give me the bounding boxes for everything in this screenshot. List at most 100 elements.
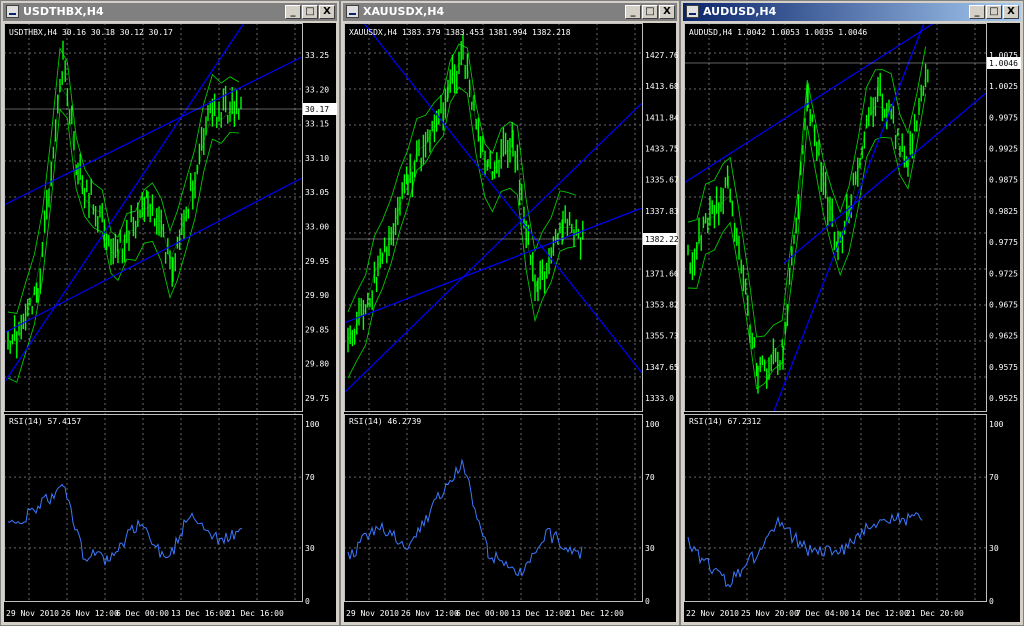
- rsi-axis-label: 30: [645, 544, 655, 553]
- price-axis-label: 33.05: [305, 188, 329, 197]
- price-axis-label: 29.80: [305, 360, 329, 369]
- date-axis: 22 Nov 2010 25 Nov 20:007 Dec 04:00 14 Dec…: [686, 609, 964, 618]
- price-axis-label: 29.85: [305, 325, 329, 334]
- close-button[interactable]: X: [659, 5, 675, 19]
- title-bar[interactable]: USDTHBX,H4 _ □ X: [3, 3, 337, 21]
- minimize-button[interactable]: _: [969, 5, 985, 19]
- price-axis-label: 33.10: [305, 154, 329, 163]
- grid: [684, 23, 986, 601]
- trend-line: [363, 23, 643, 374]
- maximize-button[interactable]: □: [642, 5, 658, 19]
- rsi-label: RSI(14) 67.2312: [689, 417, 761, 426]
- rsi-axis: 100 70 30 0: [305, 420, 320, 606]
- price-axis-label: 1371.660: [645, 269, 678, 278]
- date-axis-label: 26 Nov 12:00: [401, 609, 459, 618]
- current-price-value: 1.0046: [989, 59, 1018, 68]
- window-title: XAUUSDX,H4: [363, 5, 445, 18]
- price-axis: 1.00751.00250.99750.99250.98750.98250.97…: [989, 51, 1018, 403]
- title-bar[interactable]: XAUUSDX,H4 _ □ X: [343, 3, 677, 21]
- date-axis-label: 14 Dec 12:00: [851, 609, 909, 618]
- minimize-button[interactable]: _: [625, 5, 641, 19]
- lower-band: [687, 93, 927, 390]
- rsi-axis-label: 100: [989, 420, 1004, 429]
- date-axis-label: 26 Nov 12:00: [61, 609, 119, 618]
- middle-band: [347, 62, 577, 341]
- date-axis-label: 6 Dec 00:00: [456, 609, 509, 618]
- close-button[interactable]: X: [1003, 5, 1019, 19]
- chart-canvas[interactable]: 33.25 33.20 33.15 33.10 33.05 33.00 29.95 29.90…: [4, 23, 338, 624]
- price-axis-label: 1355.735: [645, 332, 678, 341]
- chart-canvas[interactable]: 1427.76 1413.680 1411.840 1433.75 1335.67 133…: [344, 23, 678, 624]
- chart-window-xauusd[interactable]: XAUUSDX,H4 _□X 1427.761413.6801411.84014…: [340, 0, 680, 626]
- price-axis-label: 0.9825: [989, 207, 1018, 216]
- date-axis-label: 13 Dec 12:00: [511, 609, 569, 618]
- chart-area[interactable]: 33.25 33.20 33.15 33.10 33.05 33.00 29.95 29.90…: [4, 23, 338, 624]
- price-axis-label: 1335.67: [645, 176, 678, 185]
- price-axis-label: 0.9775: [989, 238, 1018, 247]
- close-button[interactable]: X: [319, 5, 335, 19]
- minimize-button[interactable]: _: [285, 5, 301, 19]
- rsi-line: [687, 511, 923, 588]
- rsi-label: RSI(14) 46.2739: [349, 417, 421, 426]
- current-price-value: 30.17: [305, 105, 329, 114]
- title-bar[interactable]: AUDUSD,H4 _ □ X: [683, 3, 1021, 21]
- rsi-axis-label: 70: [305, 473, 315, 482]
- rsi-axis: 100 70 30 0: [989, 420, 1004, 606]
- current-price-tag: 1382.22: [344, 233, 678, 245]
- rsi-axis-label: 0: [645, 597, 650, 606]
- price-axis-label: 33.00: [305, 223, 329, 232]
- maximize-button[interactable]: □: [986, 5, 1002, 19]
- window-controls: _ □ X: [968, 5, 1019, 19]
- chart-canvas[interactable]: 1.00751.00250.99750.99250.98750.98250.97…: [684, 23, 1022, 624]
- price-bars: [7, 40, 242, 359]
- current-price-tag: 1.0046: [684, 57, 1021, 69]
- bollinger-bands: [7, 47, 240, 383]
- price-axis-label: 29.75: [305, 394, 329, 403]
- date-axis: 29 Nov 2010 26 Nov 12:006 Dec 00:00 13 Dec…: [6, 609, 284, 618]
- price-axis-label: 1411.840: [645, 113, 678, 122]
- rsi-series: [687, 511, 923, 588]
- window-title: AUDUSD,H4: [703, 5, 777, 18]
- chart-area[interactable]: 1427.76 1413.680 1411.840 1433.75 1335.67 133…: [344, 23, 678, 624]
- rsi-axis-label: 70: [645, 473, 655, 482]
- price-panel-frame: [684, 23, 987, 412]
- price-axis-label: 29.95: [305, 257, 329, 266]
- price-axis-label: 1347.650: [645, 363, 678, 372]
- chart-window-audusd[interactable]: AUDUSD,H4 _ □ X 1.0075 1.0025 0.9975 0.9925 0.…: [680, 0, 1024, 626]
- date-axis-label: 7 Dec 04:00: [796, 609, 849, 618]
- trend-line: [344, 207, 643, 324]
- price-axis-label: 1353.820: [645, 300, 678, 309]
- maximize-button[interactable]: □: [302, 5, 318, 19]
- rsi-axis-label: 100: [645, 420, 660, 429]
- rsi-series: [7, 483, 243, 566]
- rsi-panel-frame: [4, 414, 303, 602]
- trend-line: [773, 23, 925, 412]
- rsi-axis-label: 70: [989, 473, 999, 482]
- chart-header: XAUUSDX,H4 1383.379 1383.453 1381.994 13…: [349, 28, 571, 37]
- date-axis-label: 29 Nov 2010: [346, 609, 399, 618]
- price-axis-label: 1337.83: [645, 207, 678, 216]
- chart-area[interactable]: 1.0075 1.0025 0.9975 0.9925 0.9875 0.9825 0.97…: [684, 23, 1022, 624]
- date-axis-label: 22 Nov 2010: [686, 609, 739, 618]
- chart-header: USDTHBX,H4 30.16 30.18 30.12 30.17: [9, 28, 173, 37]
- price-axis-label: 0.9625: [989, 332, 1018, 341]
- price-axis-label: 1.0025: [989, 82, 1018, 91]
- price-axis-label: 33.15: [305, 120, 329, 129]
- rsi-panel-frame: [344, 414, 643, 602]
- trend-line: [4, 23, 245, 384]
- grid: [344, 23, 642, 601]
- window-controls: _ □ X: [284, 5, 335, 19]
- trend-lines: [684, 23, 987, 412]
- date-axis-label: 13 Dec 16:00: [171, 609, 229, 618]
- price-axis-label: 0.9875: [989, 176, 1018, 185]
- price-axis-label: 1413.680: [645, 82, 678, 91]
- date-axis-label: 21 Dec 12:00: [566, 609, 624, 618]
- rsi-axis-label: 30: [305, 544, 315, 553]
- date-axis-label: 6 Dec 00:00: [116, 609, 169, 618]
- window-controls: _ □ X: [624, 5, 675, 19]
- price-panel-frame: [344, 23, 643, 412]
- price-axis-label: 29.90: [305, 291, 329, 300]
- window-title: USDTHBX,H4: [23, 5, 104, 18]
- chart-window-usdthb[interactable]: USDTHBX,H4 _ □ X 33.25 33.20 33.15 33.10 33.05…: [0, 0, 340, 626]
- chart-window-icon: [346, 5, 359, 18]
